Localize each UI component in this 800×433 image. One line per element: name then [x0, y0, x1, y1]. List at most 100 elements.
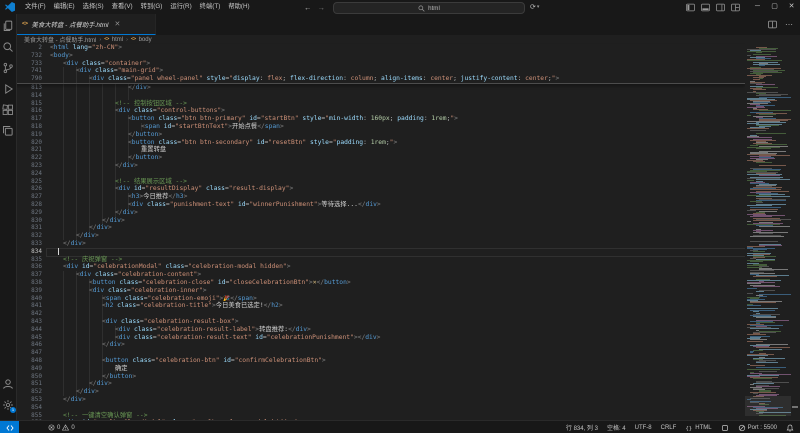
code-line[interactable]: 828<div class="punishment-text" id="winn…: [16, 201, 791, 209]
customize-layout-icon[interactable]: [731, 3, 740, 12]
status-item-eol[interactable]: CRLF: [661, 425, 677, 431]
code-line[interactable]: 834: [16, 248, 791, 256]
code-line[interactable]: 816<div class="control-buttons">: [16, 107, 791, 115]
minimap[interactable]: [745, 44, 791, 418]
code-line[interactable]: 848<button class="celebration-btn" id="c…: [16, 357, 791, 365]
maximize-button[interactable]: ▢: [766, 0, 783, 14]
code-line[interactable]: 820<button class="btn btn-secondary" id=…: [16, 139, 791, 147]
status-item-formatter-status[interactable]: [721, 424, 729, 432]
sticky-code-line[interactable]: 2<html lang="zh-CN">: [16, 44, 791, 52]
source-control-icon[interactable]: [2, 62, 14, 74]
code-line[interactable]: 830</div>: [16, 217, 791, 225]
minimap-slider[interactable]: [745, 396, 791, 416]
remote-indicator[interactable]: [0, 421, 19, 433]
scrollbar[interactable]: [791, 44, 800, 418]
code-line[interactable]: 825<!-- 结果展示区域 -->: [16, 178, 791, 186]
code-line[interactable]: 836<div id="celebrationModal" class="cel…: [16, 263, 791, 271]
command-center[interactable]: html: [333, 2, 525, 14]
status-item-cursor-position[interactable]: 行 834, 列 3: [566, 423, 598, 432]
code-line[interactable]: 838<button class="celebration-close" id=…: [16, 279, 791, 287]
status-item-indentation[interactable]: 空格: 4: [607, 423, 626, 432]
code-line[interactable]: 822</button>: [16, 154, 791, 162]
code-line[interactable]: 845<div class="celebration-result-text" …: [16, 334, 791, 342]
code-line[interactable]: 821重置转盘: [16, 146, 791, 154]
more-actions-icon[interactable]: ⋯: [785, 20, 794, 29]
settings-gear-icon[interactable]: 1: [2, 399, 14, 411]
sticky-code-line[interactable]: 732<body>: [16, 52, 791, 60]
menu-item-7[interactable]: 帮助(H): [224, 0, 253, 14]
toggle-secondary-sidebar-icon[interactable]: [716, 3, 725, 12]
code-line[interactable]: 843<div class="celebration-result-box">: [16, 318, 791, 326]
status-item-notifications[interactable]: [786, 424, 794, 432]
menu-item-2[interactable]: 选择(S): [79, 0, 108, 14]
breadcrumb-file[interactable]: 美食大转盘 - 点餐助手.html: [24, 35, 96, 44]
menu-item-0[interactable]: 文件(F): [21, 0, 50, 14]
circle-slash-icon: [738, 424, 746, 432]
code-line[interactable]: 850</button>: [16, 373, 791, 381]
menu-item-3[interactable]: 查看(V): [108, 0, 137, 14]
status-item-live-server-port[interactable]: Port : 5500: [738, 424, 777, 432]
sticky-code-line[interactable]: 741<div class="main-grid">: [16, 67, 791, 75]
status-item-language-mode[interactable]: {}HTML: [685, 424, 711, 432]
open-editors-icon[interactable]: [2, 125, 14, 137]
code-line[interactable]: 829</div>: [16, 209, 791, 217]
code-line[interactable]: 818<span id="startBtnText">开始点餐</span>: [16, 123, 791, 131]
code-line[interactable]: 831</div>: [16, 224, 791, 232]
code-line[interactable]: 835<!-- 庆祝弹窗 -->: [16, 256, 791, 264]
code-line[interactable]: 851</div>: [16, 380, 791, 388]
close-window-button[interactable]: ✕: [783, 0, 800, 14]
code-line[interactable]: 852</div>: [16, 388, 791, 396]
code-editor[interactable]: 813</div>814815<!-- 控制按钮区域 -->816<div cl…: [0, 44, 800, 420]
code-line[interactable]: 817<button class="btn btn-primary" id="s…: [16, 115, 791, 123]
search-icon[interactable]: [2, 41, 14, 53]
code-line[interactable]: 813</div>: [16, 84, 791, 92]
code-line[interactable]: 842: [16, 310, 791, 318]
breadcrumb-item-body[interactable]: body: [139, 37, 152, 43]
code-line[interactable]: 837<div class="celebration-content">: [16, 271, 791, 279]
code-line[interactable]: 847: [16, 349, 791, 357]
breadcrumb[interactable]: 美食大转盘 - 点餐助手.html ›<>html›<>body: [16, 35, 754, 44]
code-line[interactable]: 823</div>: [16, 162, 791, 170]
line-number: 851: [16, 380, 42, 388]
back-icon[interactable]: ←: [304, 3, 312, 12]
sticky-code-line[interactable]: 790<div class="panel wheel-panel" style=…: [16, 75, 791, 83]
menu-item-5[interactable]: 运行(R): [166, 0, 195, 14]
minimap-line: [747, 60, 782, 61]
code-line[interactable]: 846</div>: [16, 341, 791, 349]
forward-icon[interactable]: →: [318, 3, 326, 12]
code-line[interactable]: 833</div>: [16, 240, 791, 248]
sticky-code-line[interactable]: 733<div class="container">: [16, 60, 791, 68]
account-icon[interactable]: [2, 378, 14, 390]
files-icon[interactable]: [2, 20, 14, 32]
menu-item-4[interactable]: 转到(G): [137, 0, 167, 14]
menu-item-1[interactable]: 编辑(E): [50, 0, 79, 14]
problems-indicator[interactable]: 0 0: [48, 421, 75, 433]
toggle-panel-icon[interactable]: [701, 3, 710, 12]
code-line[interactable]: 855<!-- 一键清空确认弹窗 -->: [16, 412, 791, 420]
code-line[interactable]: 814: [16, 92, 791, 100]
code-line[interactable]: 839<div class="celebration-inner">: [16, 287, 791, 295]
code-line[interactable]: 824: [16, 170, 791, 178]
launch-config-button[interactable]: ⟳▾: [530, 1, 539, 13]
split-editor-icon[interactable]: [768, 20, 777, 29]
code-line[interactable]: 853</div>: [16, 396, 791, 404]
code-line[interactable]: 827<h3>今日推荐</h3>: [16, 193, 791, 201]
code-line[interactable]: 841<h2 class="celebration-title">今日美食已选定…: [16, 302, 791, 310]
token-a: class: [91, 67, 114, 74]
token-n: 1rem: [371, 139, 386, 146]
minimize-button[interactable]: ─: [749, 0, 766, 14]
code-line[interactable]: 849确定: [16, 365, 791, 373]
status-item-encoding[interactable]: UTF-8: [635, 425, 652, 431]
code-line[interactable]: 832</div>: [16, 232, 791, 240]
tab-close-icon[interactable]: ✕: [114, 20, 120, 28]
extensions-icon[interactable]: [2, 104, 14, 116]
editor-tab[interactable]: <> 美食大转盘 - 点餐助手.html ✕: [16, 14, 156, 35]
code-line[interactable]: 819</button>: [16, 131, 791, 139]
code-line[interactable]: 815<!-- 控制按钮区域 -->: [16, 100, 791, 108]
toggle-sidebar-icon[interactable]: [686, 3, 695, 12]
breadcrumb-item-html[interactable]: html: [112, 37, 123, 43]
code-line[interactable]: 854: [16, 404, 791, 412]
menu-item-6[interactable]: 终端(T): [196, 0, 225, 14]
run-debug-icon[interactable]: [2, 83, 14, 95]
code-line[interactable]: 844<div class="celebration-result-label"…: [16, 326, 791, 334]
